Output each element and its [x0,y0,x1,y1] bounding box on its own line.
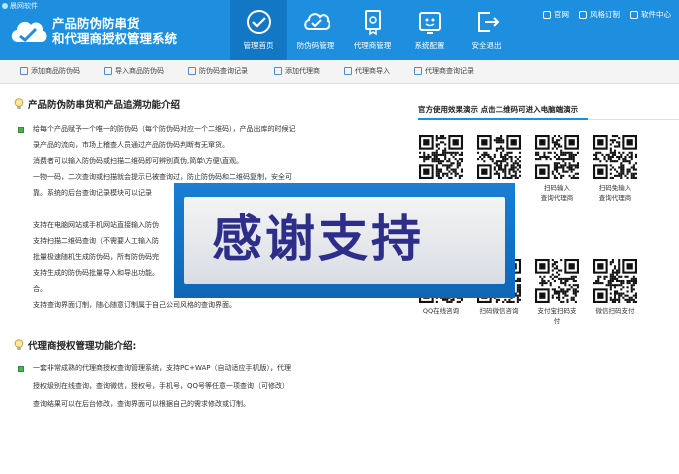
qr-code[interactable] [593,135,637,179]
link-software-center-label: 软件中心 [641,10,671,19]
qr-caption-line: 查询代理商 [540,194,574,202]
bullet-icon [18,366,24,372]
tb-agent-query-log[interactable]: 代理商查询记录 [414,66,474,76]
nav-home-label: 管理首页 [243,41,274,50]
grid-icon [630,10,638,19]
qr-caption-line: 查询代理商 [598,194,632,202]
tb-code-query-log[interactable]: 防伪码查询记录 [188,66,248,76]
link-style-custom[interactable]: 风格订制 [579,9,620,20]
tb-add-agent-label: 添加代理商 [285,67,320,75]
cloud-logo-icon [11,21,47,43]
section2-line: 授权级别在线查询，查询微信，授权号，手机号，QQ号等任意一项查询（可修改） [33,382,290,390]
qr-code[interactable] [535,135,579,179]
qr-caption: 扫码输入 查询代理商 [527,183,587,203]
list-icon [414,67,422,75]
thanks-banner: 感谢支持 [174,183,515,298]
qr-code[interactable] [535,259,579,303]
demo-divider-accent [418,118,588,120]
qr-caption-line: 扫码免输入 [598,184,632,192]
tb-add-agent[interactable]: 添加代理商 [274,66,320,76]
link-software-center[interactable]: 软件中心 [630,9,671,20]
quick-toolbar: 添加商品防伪码 导入商品防伪码 防伪码查询记录 添加代理商 代理商导入 代理商查… [0,60,679,84]
qr-caption-line: 支付宝扫码支 [537,307,577,315]
qr-caption: 扫码微信咨询 [479,307,519,315]
section1-line: 合。 [33,285,47,293]
app-title: 产品防伪防串货 和代理商授权管理系统 [52,16,177,46]
nav-code-manage-label: 防伪码管理 [296,41,335,50]
qr-caption: QQ在线咨询 [422,307,460,315]
tb-import-agent-label: 代理商导入 [355,67,390,75]
brand-small: 晨网软件 [2,1,38,11]
link-official-site[interactable]: 官网 [543,9,569,20]
import-icon [104,67,112,75]
section1-line: 支持查询界面订制，随心随意订制属于自己公司风格的查询界面。 [33,301,236,309]
section2-line: 查询结果可以在后台修改，查询界面可以根据自己的需求修改或订制。 [33,400,250,408]
nav-system-config[interactable]: 系统配置 [401,0,458,60]
section-title-agent: 代理商授权管理功能介绍: [14,338,136,352]
section1-line: 靠。系统的后台查询记录模块可以记录 [33,189,152,197]
tb-agent-query-log-label: 代理商查询记录 [425,67,474,75]
tb-code-query-log-label: 防伪码查询记录 [199,67,248,75]
section1-line: 给每个产品赋予一个唯一的防伪码（每个防伪码对应一个二维码），产品出库的时候记 [33,125,296,133]
lightbulb-icon [14,98,24,109]
link-official-site-label: 官网 [554,10,569,19]
nav-code-manage[interactable]: 防伪码管理 [287,0,344,60]
section1-line: 录产品的流向，市场上稽查人员通过产品防伪码判断有无窜货。 [33,141,229,149]
demo-title: 官方使用效果演示 点击二维码可进入电脑端演示 [418,105,579,114]
section1-line: 支持在电脑网站或手机网站直接输入防伪 [33,221,159,229]
import-icon [344,67,352,75]
check-circle-icon [246,10,271,34]
section1-line: 支持生成的防伪码批量导入和导出功能。 [33,269,159,277]
tb-add-code-label: 添加商品防伪码 [31,67,80,75]
tb-import-code-label: 导入商品防伪码 [115,67,164,75]
qr-caption: 扫码免输入查询代理商 [585,183,645,203]
section-title-anticounterfeit-label: 产品防伪防串货和产品追溯功能介绍 [28,100,181,111]
thanks-banner-inner: 感谢支持 [184,197,505,284]
home-icon [543,10,551,19]
nav-agent-manage[interactable]: 代理商管理 [344,0,401,60]
brand-dot-icon [2,3,8,9]
section2-line: 一套非常成熟的代理商授权查询管理系统，支持PC+WAP（自动适应手机版），代理 [33,364,292,372]
qr-code[interactable] [419,135,463,179]
brand-small-label: 晨网软件 [10,2,38,10]
edit-icon [20,67,28,75]
qr-caption-line: 扫码输入 [544,184,570,192]
qr-code[interactable] [593,259,637,303]
app-title-line2: 和代理商授权管理系统 [52,31,178,46]
settings-box-icon [418,12,441,34]
section1-line: 消费者可以输入防伪码或扫描二维码即可辨别真伪,简单\方便\直观。 [33,157,243,165]
nav-home[interactable]: 管理首页 [230,0,287,60]
qr-caption-line: 付 [553,317,561,325]
qr-code[interactable] [477,135,521,179]
qr-caption: 微信扫码支付 [595,307,635,315]
nav-logout-label: 安全退出 [471,41,502,50]
lightbulb-icon [14,339,24,350]
section1-line: 批量极速随机生成防伪码，所有防伪码完 [33,253,159,261]
bullet-icon [18,127,24,133]
link-style-custom-label: 风格订制 [590,10,620,19]
cloud-check-icon [303,13,330,30]
section-title-agent-label: 代理商授权管理功能介绍: [28,341,137,352]
top-links: 官网 风格订制 软件中心 [543,9,671,20]
section1-line: 支持扫描二维码查询（不需要人工输入防 [33,237,159,245]
section-title-anticounterfeit: 产品防伪防串货和产品追溯功能介绍 [14,97,180,111]
nav-agent-manage-label: 代理商管理 [353,41,392,50]
tb-import-code[interactable]: 导入商品防伪码 [104,66,164,76]
tb-add-code[interactable]: 添加商品防伪码 [20,66,80,76]
tb-import-agent[interactable]: 代理商导入 [344,66,390,76]
list-icon [188,67,196,75]
nav-system-config-label: 系统配置 [414,41,445,50]
thanks-banner-text: 感谢支持 [212,210,424,268]
qr-caption: 支付宝扫码支付 [527,306,587,326]
logout-icon [477,12,499,32]
header-bar: 晨网软件 产品防伪防串货 和代理商授权管理系统 管理首页 防伪码管理 代理商管理 [0,0,679,60]
app-title-line1: 产品防伪防串货 [52,16,140,31]
certificate-icon [364,10,381,36]
edit-icon [274,67,282,75]
nav-logout[interactable]: 安全退出 [458,0,515,60]
brush-icon [579,10,587,19]
